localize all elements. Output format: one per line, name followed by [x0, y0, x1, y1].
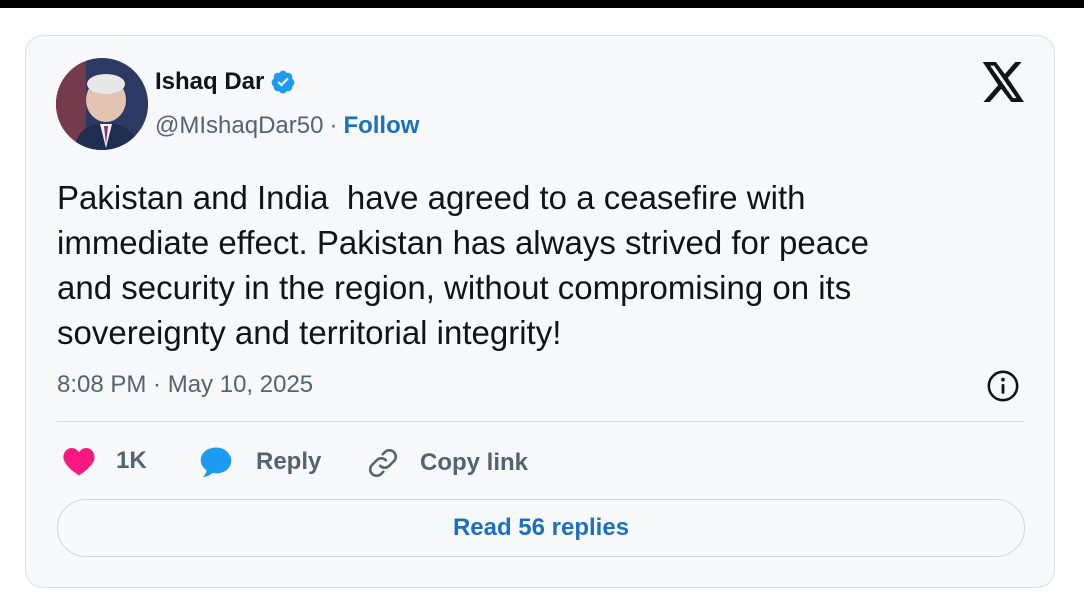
author-handle[interactable]: @MIshaqDar50 [155, 112, 323, 140]
verified-badge-icon [272, 70, 295, 94]
tweet-text: Pakistan and India have agreed to a ceas… [57, 179, 869, 351]
reply-label: Reply [256, 448, 322, 475]
follow-button[interactable]: Follow [343, 112, 419, 140]
handle-row: @MIshaqDar50 · Follow [155, 112, 419, 140]
reply-button[interactable]: Reply [198, 446, 321, 478]
read-replies-label: Read 56 replies [452, 514, 630, 541]
read-replies-button[interactable]: Read 56 replies [57, 499, 1025, 557]
info-icon[interactable] [986, 369, 1020, 403]
author-row: Ishaq Dar [155, 68, 296, 96]
x-logo-icon[interactable] [982, 62, 1026, 102]
tweet-timestamp[interactable]: 8:08 PM · May 10, 2025 [57, 371, 313, 399]
copy-link-button[interactable]: Copy link [366, 446, 528, 480]
heart-icon [63, 448, 95, 476]
speech-bubble-icon [200, 447, 232, 477]
author-name[interactable]: Ishaq Dar [155, 68, 264, 96]
handle-separator: · [329, 112, 338, 139]
divider [57, 421, 1025, 422]
like-button[interactable]: 1K [62, 446, 147, 476]
copy-link-label: Copy link [420, 449, 529, 476]
avatar[interactable] [56, 58, 148, 150]
top-black-bar [0, 0, 1084, 8]
like-count: 1K [116, 447, 147, 474]
link-icon [369, 449, 397, 477]
